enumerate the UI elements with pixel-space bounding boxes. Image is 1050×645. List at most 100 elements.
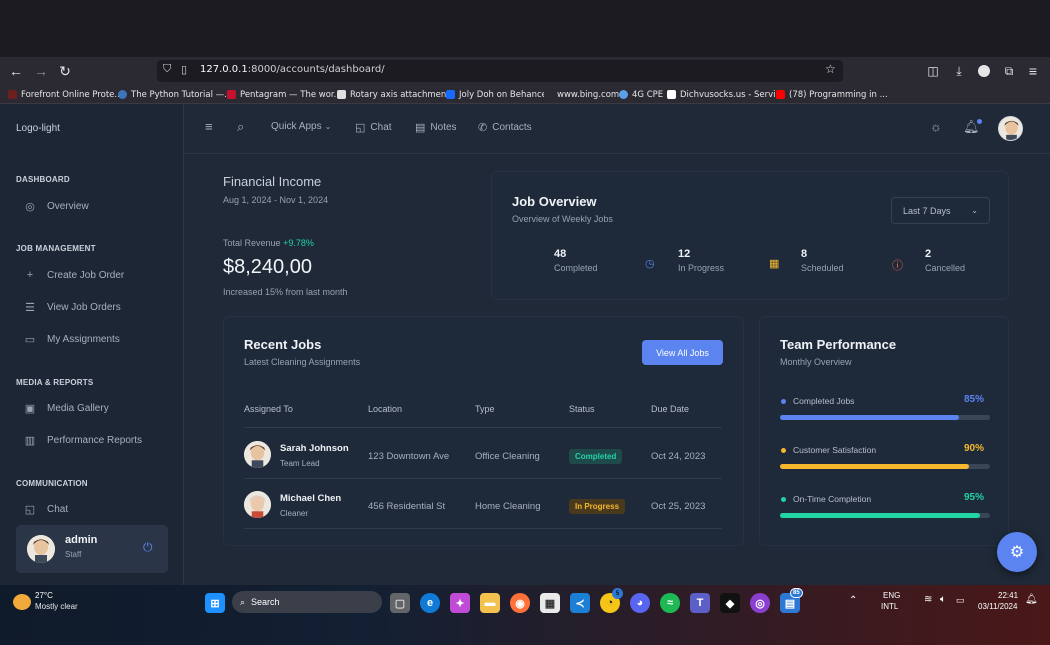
sidebar-item-my-assignments[interactable]: ▭ My Assignments: [16, 329, 168, 349]
sidebar-item-media-gallery[interactable]: ▣ Media Gallery: [16, 398, 168, 418]
chevron-down-icon: ⌄: [971, 206, 978, 215]
download-icon[interactable]: ⤓: [947, 57, 971, 85]
file-explorer-icon[interactable]: ▬: [480, 593, 500, 613]
job-type: Home Cleaning: [475, 501, 541, 512]
metric-progress-track: [780, 464, 990, 469]
metric-dot: [781, 399, 786, 404]
assignee-name: Sarah Johnson: [280, 443, 349, 454]
hamburger-icon[interactable]: ≡: [205, 119, 213, 134]
pocket-icon[interactable]: ◫: [921, 57, 945, 85]
firefox-icon[interactable]: ◉: [510, 593, 530, 613]
notification-dot: [977, 119, 982, 124]
forward-icon[interactable]: →: [29, 57, 53, 85]
bookmarks-bar: Forefront Online Prote... The Python Tut…: [0, 85, 1050, 104]
section-media-reports: MEDIA & REPORTS: [16, 378, 94, 387]
window-top-strip: [0, 0, 1050, 57]
metric-label: On-Time Completion: [793, 494, 872, 504]
extensions-icon[interactable]: ⧉: [997, 57, 1021, 85]
store-badge: 85: [790, 588, 803, 598]
back-icon[interactable]: ←: [4, 57, 28, 85]
bookmark-item[interactable]: www.bing.com: [544, 88, 619, 101]
task-view-icon[interactable]: ▢: [390, 593, 410, 613]
lang-intl: INTL: [881, 602, 899, 611]
battery-icon[interactable]: ▭: [956, 595, 965, 606]
app-icon[interactable]: ◎: [750, 593, 770, 613]
sidebar-item-overview[interactable]: ◎ Overview: [16, 196, 168, 216]
notification-bell-icon[interactable]: 🔔︎: [963, 119, 982, 135]
recent-jobs-subtitle: Latest Cleaning Assignments: [244, 357, 361, 367]
financial-title: Financial Income: [223, 174, 322, 189]
table-row[interactable]: Sarah Johnson Team Lead 123 Downtown Ave…: [244, 429, 722, 479]
sidebar-item-performance-reports[interactable]: ▥ Performance Reports: [16, 430, 168, 450]
account-icon[interactable]: [972, 57, 996, 85]
sidebar-item-view-job-orders[interactable]: ☰ View Job Orders: [16, 297, 168, 317]
url-bar[interactable]: ⛉ ▯ 127.0.0.1:8000/accounts/dashboard/ ☆: [157, 60, 843, 82]
job-location: 123 Downtown Ave: [368, 451, 450, 462]
revenue-amount: $8,240,00: [223, 256, 312, 278]
app-icon[interactable]: ◆: [720, 593, 740, 613]
plus-icon: +: [26, 269, 34, 281]
url-host: 127.0.0.1: [200, 64, 248, 75]
topbar-chat[interactable]: ◱ Chat: [355, 121, 392, 134]
volume-icon[interactable]: 🔈︎: [940, 594, 946, 605]
metric-value: 90%: [963, 443, 984, 454]
bookmark-item[interactable]: Joly Doh on Behance: [446, 88, 547, 101]
range-select[interactable]: Last 7 Days ⌄: [891, 197, 990, 224]
metric-value: 85%: [963, 394, 984, 405]
menu-icon[interactable]: ≡: [1021, 57, 1045, 85]
quick-apps-menu[interactable]: Quick Apps ⌄: [271, 121, 331, 132]
bookmark-item[interactable]: 4G CPE: [619, 88, 663, 101]
user-name: admin: [65, 534, 98, 546]
bookmark-item[interactable]: Forefront Online Prote...: [8, 88, 123, 101]
whatsapp-badge: 5: [612, 588, 623, 599]
search-icon[interactable]: ⌕: [237, 119, 244, 135]
edge-icon[interactable]: e: [420, 593, 440, 613]
notification-icon[interactable]: 🔔︎: [1025, 594, 1038, 605]
lang-eng: ENG: [883, 591, 901, 600]
teams-icon[interactable]: T: [690, 593, 710, 613]
notes-icon: ▤: [415, 122, 426, 134]
view-all-jobs-button[interactable]: View All Jobs: [642, 340, 723, 365]
image-icon: ▣: [24, 402, 36, 415]
clock-date: 03/11/2024: [978, 602, 1018, 611]
star-icon[interactable]: ☆: [825, 62, 836, 76]
user-role: Staff: [65, 550, 82, 559]
topbar-notes[interactable]: ▤ Notes: [415, 121, 457, 134]
search-icon: ⌕: [240, 596, 246, 607]
bookmark-item[interactable]: (78) Programming in ...: [776, 88, 888, 101]
wifi-icon[interactable]: ≋: [924, 594, 932, 605]
team-performance-card: Team Performance Monthly Overview Comple…: [759, 316, 1009, 546]
total-revenue-label: Total Revenue +9.78%: [223, 238, 314, 248]
vscode-icon[interactable]: ≺: [570, 593, 590, 613]
table-row[interactable]: Michael Chen Cleaner 456 Residential St …: [244, 479, 722, 529]
bookmark-item[interactable]: Rotary axis attachmen...: [337, 88, 454, 101]
reload-icon[interactable]: ↻: [53, 57, 77, 85]
power-icon[interactable]: ⏻: [143, 540, 153, 555]
copilot-icon[interactable]: ✦: [450, 593, 470, 613]
sidebar-item-chat[interactable]: ◱ Chat: [16, 499, 168, 519]
whatsapp-icon[interactable]: ◔ 5: [600, 588, 623, 613]
sidebar-item-create-job-order[interactable]: + Create Job Order: [16, 265, 168, 285]
status-badge: In Progress: [569, 499, 626, 514]
bookmark-item[interactable]: Dichvusocks.us - Servi...: [667, 88, 784, 101]
topbar-contacts[interactable]: ✆ Contacts: [478, 121, 532, 134]
chevron-down-icon: ⌄: [324, 122, 332, 131]
spotify-icon[interactable]: ≈: [660, 593, 680, 613]
revenue-note: Increased 15% from last month: [223, 287, 348, 297]
windows-start-icon[interactable]: ⊞: [205, 593, 225, 613]
bookmark-item[interactable]: The Python Tutorial —...: [118, 88, 232, 101]
store-icon[interactable]: ▦: [540, 593, 560, 613]
recent-jobs-title: Recent Jobs: [244, 337, 322, 352]
bookmark-item[interactable]: Pentagram — The wor...: [227, 88, 342, 101]
settings-gear-icon[interactable]: ⚙: [997, 532, 1037, 572]
discord-icon[interactable]: ◕: [630, 593, 650, 613]
section-communication: COMMUNICATION: [16, 479, 88, 488]
profile-avatar[interactable]: [998, 116, 1023, 141]
taskbar-search[interactable]: ⌕ Search: [232, 591, 382, 613]
chevron-up-icon[interactable]: ⌃: [849, 595, 857, 606]
store-app-icon[interactable]: ▤ 85: [780, 588, 803, 613]
stat-completed: 48 Completed: [554, 248, 598, 273]
phone-icon: ✆: [478, 122, 488, 134]
theme-toggle-icon[interactable]: ☼: [930, 119, 942, 134]
user-card[interactable]: admin Staff ⏻: [16, 525, 168, 573]
